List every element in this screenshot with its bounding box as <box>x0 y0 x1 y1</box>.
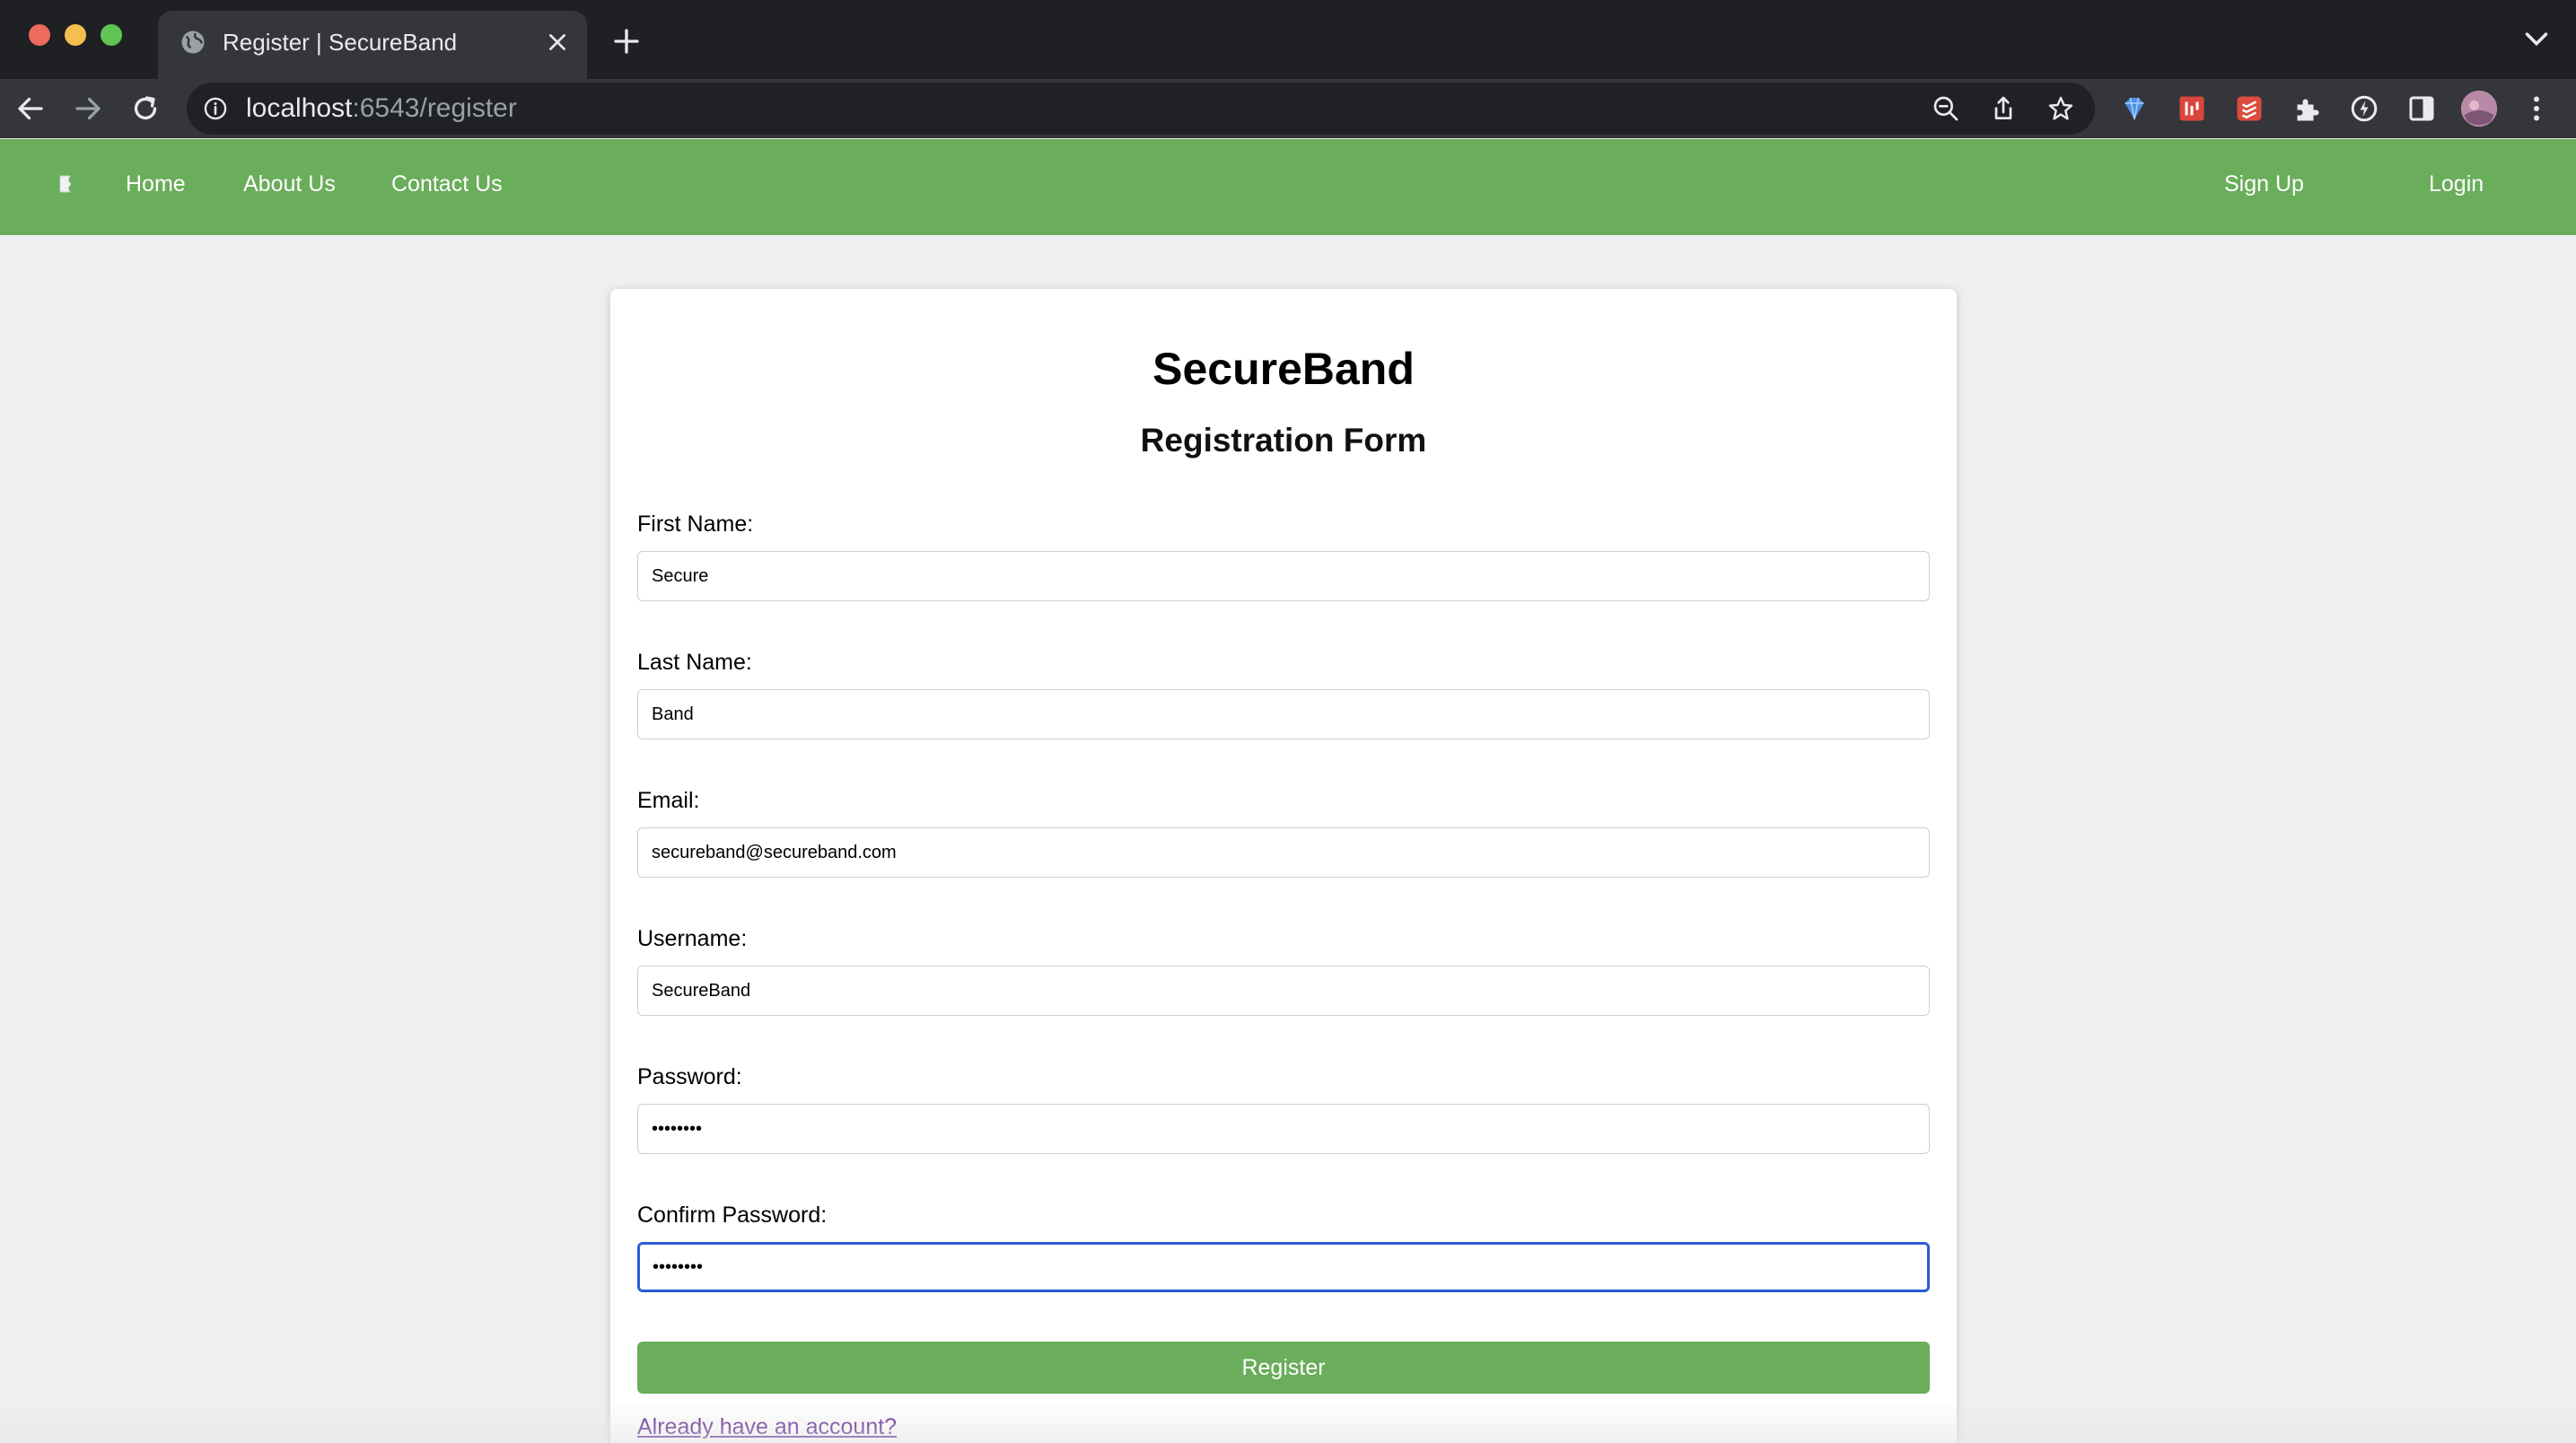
url-text[interactable]: localhost:6543/register <box>246 93 517 124</box>
email-input[interactable] <box>637 827 1930 878</box>
plus-icon[interactable] <box>612 27 641 56</box>
sidebar-icon[interactable] <box>2405 92 2438 125</box>
chevron-down-icon[interactable] <box>2524 31 2549 48</box>
extension-red-icon[interactable] <box>2176 92 2208 125</box>
confirm-password-label: Confirm Password: <box>637 1202 828 1228</box>
reload-icon[interactable] <box>129 92 162 125</box>
last-name-input[interactable] <box>637 689 1930 739</box>
nav-signup-link[interactable]: Sign Up <box>2224 171 2304 197</box>
extension-todoist-icon[interactable] <box>2233 92 2265 125</box>
browser-tab-active[interactable]: Register | SecureBand <box>158 11 587 79</box>
nav-home-link[interactable]: Home <box>126 171 186 197</box>
already-have-account-link[interactable]: Already have an account? <box>637 1414 897 1440</box>
address-bar[interactable]: localhost:6543/register <box>187 83 2095 135</box>
close-icon[interactable] <box>546 31 569 54</box>
puzzle-icon[interactable] <box>2291 92 2323 125</box>
nav-contact-link[interactable]: Contact Us <box>391 171 503 197</box>
url-host: localhost <box>246 93 353 123</box>
globe-icon <box>181 31 205 54</box>
info-icon[interactable] <box>203 96 228 121</box>
form-title: SecureBand <box>1152 344 1415 394</box>
minimize-window-button[interactable] <box>65 24 86 46</box>
tab-title: Register | SecureBand <box>223 29 458 56</box>
nav-about-link[interactable]: About Us <box>243 171 336 197</box>
confirm-password-input[interactable] <box>637 1242 1930 1292</box>
star-icon[interactable] <box>2046 94 2075 123</box>
form-subtitle: Registration Form <box>1140 422 1427 459</box>
menu-kebab-icon[interactable] <box>2520 92 2553 125</box>
extension-diamond-icon[interactable] <box>2118 92 2151 125</box>
email-label: Email: <box>637 788 700 813</box>
forward-arrow-icon[interactable] <box>72 92 104 125</box>
nav-login-link[interactable]: Login <box>2429 171 2484 197</box>
browser-toolbar: localhost:6543/register <box>0 79 2576 138</box>
url-path: :6543/register <box>352 93 517 123</box>
zoom-out-icon[interactable] <box>1932 94 1960 123</box>
register-button[interactable]: Register <box>637 1342 1930 1394</box>
username-input[interactable] <box>637 966 1930 1016</box>
share-icon[interactable] <box>1989 94 2018 123</box>
close-window-button[interactable] <box>29 24 50 46</box>
site-navbar: Home About Us Contact Us Sign Up Login <box>0 139 2576 235</box>
first-name-label: First Name: <box>637 512 754 537</box>
last-name-label: Last Name: <box>637 650 752 675</box>
broken-logo-icon[interactable] <box>57 173 79 195</box>
sync-icon[interactable] <box>2348 92 2380 125</box>
password-label: Password: <box>637 1064 742 1089</box>
browser-tab-bar: Register | SecureBand <box>0 0 2576 79</box>
first-name-input[interactable] <box>637 551 1930 601</box>
username-label: Username: <box>637 926 748 951</box>
password-input[interactable] <box>637 1104 1930 1154</box>
avatar[interactable] <box>2459 89 2499 128</box>
maximize-window-button[interactable] <box>101 24 122 46</box>
registration-card: SecureBand Registration Form First Name:… <box>610 289 1957 1443</box>
back-arrow-icon[interactable] <box>14 92 47 125</box>
